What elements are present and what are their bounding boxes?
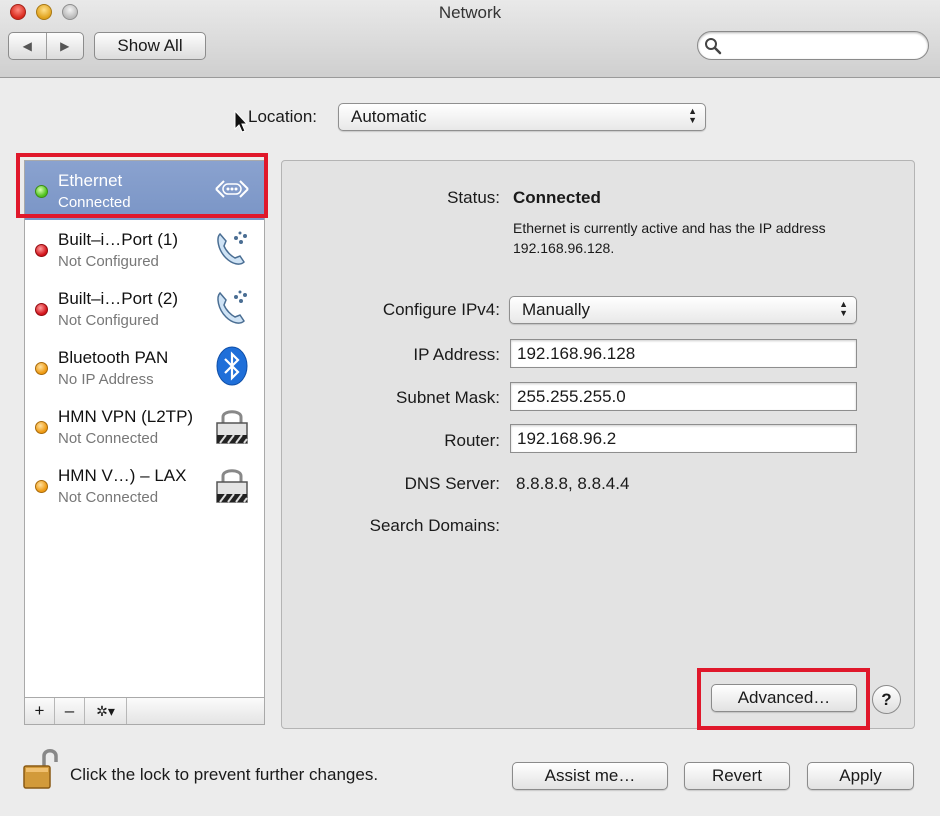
configure-ipv4-label: Configure IPv4: <box>382 300 500 319</box>
highlight-box-ethernet <box>16 153 268 218</box>
service-name: Built–i…Port (1) <box>58 230 178 249</box>
back-forward-control: ◀ ▶ <box>8 32 84 60</box>
ip-address-label: IP Address: <box>413 345 500 364</box>
status-description: Ethernet is currently active and has the… <box>513 220 826 256</box>
location-label: Location: <box>248 107 317 126</box>
phone-modem-icon <box>217 231 247 265</box>
service-item-builtin-port-2[interactable]: Built–i…Port (2) Not Configured <box>25 279 264 338</box>
help-button[interactable]: ? <box>872 685 901 714</box>
vpn-lock-icon <box>216 410 248 444</box>
service-list-controls: + – ✲▾ <box>24 698 265 725</box>
phone-modem-icon <box>217 290 247 324</box>
dns-server-value: 8.8.8.8, 8.8.4.4 <box>516 474 630 493</box>
search-input[interactable] <box>697 31 929 60</box>
search-domains-label: Search Domains: <box>369 516 500 535</box>
location-popup[interactable]: Automatic ▲ ▼ <box>338 103 706 131</box>
apply-button[interactable]: Apply <box>807 762 914 790</box>
search-icon <box>705 38 722 55</box>
bluetooth-icon <box>216 346 248 386</box>
assist-me-button[interactable]: Assist me… <box>512 762 668 790</box>
forward-button[interactable]: ▶ <box>47 33 84 59</box>
subnet-mask-label: Subnet Mask: <box>396 388 500 407</box>
ip-address-field[interactable]: 192.168.96.128 <box>510 339 857 368</box>
subnet-mask-field[interactable]: 255.255.255.0 <box>510 382 857 411</box>
window-titlebar: Network ◀ ▶ Show All <box>0 0 940 78</box>
service-status: Not Configured <box>58 312 159 329</box>
show-all-button[interactable]: Show All <box>94 32 206 60</box>
network-service-list: Ethernet Connected Built–i…Port (1) Not … <box>24 160 265 698</box>
status-dot-icon <box>35 362 48 375</box>
window-title: Network <box>438 3 502 22</box>
service-status: Not Configured <box>58 253 159 270</box>
service-status: No IP Address <box>58 371 154 388</box>
status-label: Status: <box>447 188 500 207</box>
highlight-box-advanced <box>697 668 870 730</box>
service-name: HMN VPN (L2TP) <box>58 407 194 426</box>
status-dot-icon <box>35 480 48 493</box>
service-item-hmn-vpn-lax[interactable]: HMN V…) – LAX Not Connected <box>25 456 264 515</box>
service-name: HMN V…) – LAX <box>58 466 187 485</box>
service-status: Not Connected <box>58 489 159 506</box>
location-value: Automatic <box>351 107 427 126</box>
popup-arrows-icon: ▲ ▼ <box>839 299 848 318</box>
vpn-lock-icon <box>216 469 248 503</box>
lock-message: Click the lock to prevent further change… <box>70 765 379 784</box>
service-name: Bluetooth PAN <box>58 348 169 367</box>
lock-open-icon[interactable] <box>22 746 62 790</box>
service-item-hmn-vpn-l2tp[interactable]: HMN VPN (L2TP) Not Connected <box>25 397 264 456</box>
remove-service-button[interactable]: – <box>55 698 85 724</box>
service-name: Built–i…Port (2) <box>58 289 178 308</box>
status-dot-icon <box>35 244 48 257</box>
status-dot-icon <box>35 421 48 434</box>
configure-ipv4-value: Manually <box>522 300 591 319</box>
popup-arrows-icon: ▲ ▼ <box>688 106 697 125</box>
add-service-button[interactable]: + <box>25 698 55 724</box>
status-value: Connected <box>513 188 601 207</box>
router-field[interactable]: 192.168.96.2 <box>510 424 857 453</box>
mouse-cursor-icon <box>234 110 248 133</box>
service-status: Not Connected <box>58 430 159 447</box>
status-dot-icon <box>35 303 48 316</box>
dns-server-label: DNS Server: <box>404 474 500 493</box>
service-item-bluetooth-pan[interactable]: Bluetooth PAN No IP Address <box>25 338 264 397</box>
router-label: Router: <box>444 431 500 450</box>
service-actions-menu[interactable]: ✲▾ <box>85 698 127 724</box>
configure-ipv4-popup[interactable]: Manually ▲ ▼ <box>509 296 857 324</box>
service-item-builtin-port-1[interactable]: Built–i…Port (1) Not Configured <box>25 220 264 279</box>
back-button[interactable]: ◀ <box>9 33 47 59</box>
revert-button[interactable]: Revert <box>684 762 790 790</box>
